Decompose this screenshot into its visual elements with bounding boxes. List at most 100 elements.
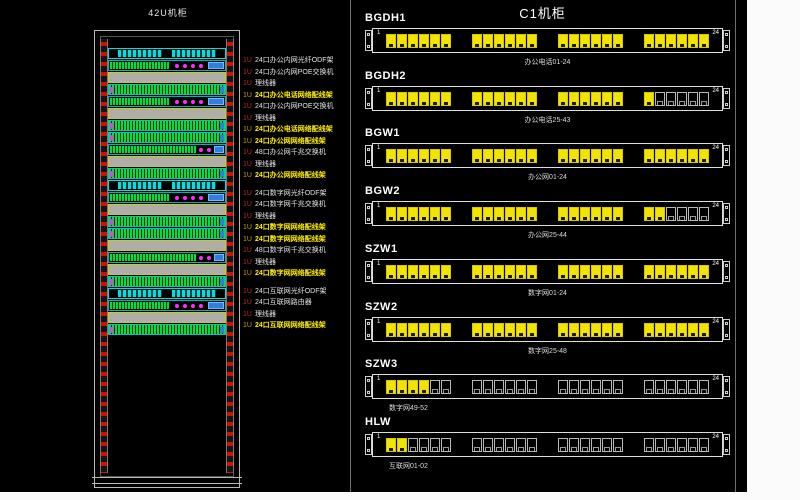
port-group xyxy=(558,380,623,394)
equipment-row: 1U24口数字网网络配线架 xyxy=(243,231,349,243)
rj45-port-23 xyxy=(688,207,698,221)
rj45-port-24 xyxy=(699,207,709,221)
panel-port-range-label: 办公网01-24 xyxy=(365,172,730,182)
rj45-port-9 xyxy=(494,207,504,221)
rj45-port-23 xyxy=(688,438,698,452)
equipment-row: 1U24口办公网网络配线架 xyxy=(243,167,349,179)
rj45-port-8 xyxy=(483,323,493,337)
rj45-port-1 xyxy=(386,265,396,279)
rj45-port-2 xyxy=(397,92,407,106)
port-group xyxy=(472,149,537,163)
rj45-port-10 xyxy=(505,380,515,394)
port-group xyxy=(472,92,537,106)
rj45-port-21 xyxy=(666,34,676,48)
rj45-port-10 xyxy=(505,323,515,337)
rj45-port-7 xyxy=(472,323,482,337)
rack-unit-blank xyxy=(108,108,226,119)
patch-panel-row: HLW124互联网01-02 xyxy=(365,416,730,471)
rj45-port-22 xyxy=(677,265,687,279)
rj45-port-19 xyxy=(644,207,654,221)
rj45-port-17 xyxy=(602,380,612,394)
rj45-port-6 xyxy=(441,323,451,337)
equipment-row: 1U48口数字网千兆交换机 xyxy=(243,242,349,254)
rj45-port-11 xyxy=(516,380,526,394)
rj45-port-20 xyxy=(655,92,665,106)
unit-height-marker: 1U xyxy=(243,103,252,110)
rj45-port-13 xyxy=(558,207,568,221)
mounting-ear xyxy=(723,434,730,455)
rj45-port-24 xyxy=(699,149,709,163)
rj45-port-3 xyxy=(408,34,418,48)
rj45-port-7 xyxy=(472,34,482,48)
rj45-port-10 xyxy=(505,34,515,48)
port-group xyxy=(558,92,623,106)
port-group xyxy=(644,149,709,163)
rj45-port-15 xyxy=(580,92,590,106)
panel-name: SZW2 xyxy=(365,301,730,315)
rj45-port-12 xyxy=(527,438,537,452)
rj45-port-5 xyxy=(430,92,440,106)
rj45-port-20 xyxy=(655,380,665,394)
port-group xyxy=(386,265,451,279)
rack-unit-fiber xyxy=(108,288,226,299)
port-group xyxy=(558,323,623,337)
equipment-row: 1U理线器 xyxy=(243,254,349,266)
port-number-last: 24 xyxy=(712,203,719,209)
equipment-row: 1U24口互联网网络配线架 xyxy=(243,317,349,329)
rack-unit-panel xyxy=(108,276,226,287)
unit-height-marker: 1U xyxy=(243,149,252,156)
port-group xyxy=(386,438,451,452)
rj45-port-16 xyxy=(591,34,601,48)
rj45-port-20 xyxy=(655,149,665,163)
rj45-port-13 xyxy=(558,92,568,106)
rj45-port-21 xyxy=(666,265,676,279)
equipment-label: 24口互联网网络配线架 xyxy=(255,322,326,329)
port-group xyxy=(386,34,451,48)
unit-height-marker: 1U xyxy=(243,270,252,277)
mounting-ear xyxy=(365,30,372,51)
unit-height-marker: 1U xyxy=(243,80,252,87)
port-number-first: 1 xyxy=(377,376,380,382)
rj45-port-16 xyxy=(591,323,601,337)
rack-rail-left xyxy=(100,39,108,473)
port-number-first: 1 xyxy=(377,203,380,209)
cad-canvas[interactable]: 42U机柜 1U24口办公内网光纤ODF架1U24口办公内网POE交换机1U理线… xyxy=(0,0,800,500)
port-group xyxy=(644,323,709,337)
rack-frame xyxy=(94,30,240,488)
unit-height-marker: 1U xyxy=(243,299,252,306)
equipment-label: 24口办公内网光纤ODF架 xyxy=(255,57,334,64)
rj45-port-22 xyxy=(677,323,687,337)
rj45-port-14 xyxy=(569,92,579,106)
rj45-port-10 xyxy=(505,149,515,163)
panel-port-range-label: 数字网49-52 xyxy=(365,403,730,413)
port-number-last: 24 xyxy=(712,145,719,151)
equipment-label: 24口办公内网POE交换机 xyxy=(255,103,334,110)
equipment-row: 1U24口办公内网光纤ODF架 xyxy=(243,52,349,64)
rack-unit-panel xyxy=(108,324,226,335)
rj45-port-8 xyxy=(483,149,493,163)
rj45-port-11 xyxy=(516,265,526,279)
equipment-label: 理线器 xyxy=(255,80,276,87)
rj45-port-12 xyxy=(527,380,537,394)
rj45-port-17 xyxy=(602,323,612,337)
rj45-port-3 xyxy=(408,265,418,279)
rj45-port-5 xyxy=(430,265,440,279)
port-group xyxy=(644,265,709,279)
patch-panel-row: SZW3124数字网49-52 xyxy=(365,358,730,413)
rj45-port-23 xyxy=(688,149,698,163)
rj45-port-16 xyxy=(591,92,601,106)
rj45-port-4 xyxy=(419,149,429,163)
port-group xyxy=(472,265,537,279)
rj45-port-14 xyxy=(569,265,579,279)
equipment-label: 24口办公电话网络配线架 xyxy=(255,126,333,133)
equipment-row: 1U24口办公电话网络配线架 xyxy=(243,87,349,99)
port-group xyxy=(472,323,537,337)
rj45-port-9 xyxy=(494,92,504,106)
port-number-first: 1 xyxy=(377,30,380,36)
rj45-port-18 xyxy=(613,207,623,221)
rj45-port-19 xyxy=(644,265,654,279)
rack-unit-switch xyxy=(108,192,226,203)
rack-title: 42U机柜 xyxy=(96,6,240,19)
rj45-port-3 xyxy=(408,438,418,452)
rj45-port-18 xyxy=(613,265,623,279)
